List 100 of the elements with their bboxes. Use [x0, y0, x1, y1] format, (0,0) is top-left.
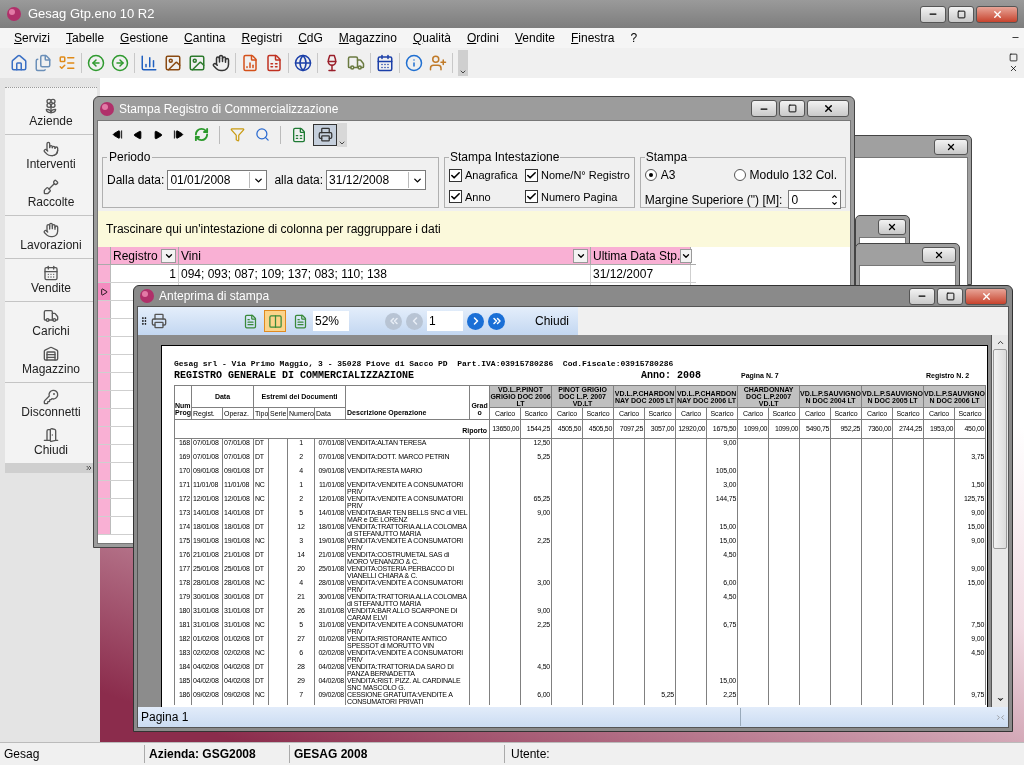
calendar-icon[interactable]: [376, 54, 394, 72]
report-title: REGISTRO GENERALE DI COMMERCIALIZZAZIONE: [174, 370, 416, 382]
menu-item[interactable]: Qualità: [412, 29, 451, 47]
menu-item[interactable]: Vendite: [514, 29, 555, 47]
table-cell-text: 094; 093; 087; 109; 137; 083; 110; 138: [181, 265, 387, 283]
hand-icon[interactable]: [212, 54, 230, 72]
spreadsheet-icon[interactable]: [265, 54, 283, 72]
search-icon[interactable]: [255, 127, 270, 142]
menu-item[interactable]: Magazzino: [338, 29, 397, 47]
pointing-hand-icon[interactable]: [43, 140, 59, 157]
truck-icon[interactable]: [347, 54, 365, 72]
checkbox[interactable]: [525, 168, 538, 182]
calendar-icon[interactable]: [43, 264, 59, 281]
sidebar-item[interactable]: Disconnetti: [21, 404, 81, 420]
radio-button[interactable]: [733, 169, 746, 181]
date-field[interactable]: 31/12/2008: [326, 170, 427, 190]
next-page-button[interactable]: [467, 312, 484, 330]
hand-icon[interactable]: [43, 221, 59, 238]
minimize-button[interactable]: [920, 5, 946, 23]
bar-chart-icon[interactable]: [140, 54, 158, 72]
checkbox[interactable]: [525, 190, 538, 204]
view-mode-button[interactable]: [264, 310, 286, 332]
menu-item[interactable]: Gestione: [120, 29, 169, 47]
page-width-icon: [267, 313, 283, 329]
expand-icon[interactable]: [85, 464, 93, 472]
image-icon[interactable]: [188, 54, 206, 72]
user-add-icon[interactable]: [429, 54, 447, 72]
refresh-icon[interactable]: [194, 127, 209, 142]
group-title: Stampa: [644, 149, 689, 166]
date-field[interactable]: 01/01/2008: [167, 170, 268, 190]
menu-item[interactable]: Servizi: [14, 29, 51, 47]
door-icon[interactable]: [43, 426, 59, 443]
menu-item[interactable]: CdG: [298, 29, 323, 47]
spin-up-icon[interactable]: [831, 192, 838, 200]
shovel-icon[interactable]: [43, 178, 59, 195]
sidebar-item[interactable]: Magazzino: [22, 361, 80, 377]
spin-down-icon[interactable]: [831, 199, 838, 207]
menu-item[interactable]: ?: [630, 29, 638, 47]
maximize-button[interactable]: [779, 100, 805, 117]
info-icon[interactable]: [405, 54, 423, 72]
close-button[interactable]: [878, 218, 906, 235]
files-icon[interactable]: [34, 54, 52, 72]
close-icon: [946, 141, 956, 152]
globe-icon[interactable]: [294, 54, 312, 72]
sidebar-item[interactable]: Raccolte: [27, 194, 75, 210]
last-record-icon[interactable]: [173, 129, 184, 140]
close-preview-button[interactable]: Chiudi: [535, 312, 570, 330]
company-line: Gesag srl - Via Primo Maggio, 3 - 35028 Piove di Sacco PD Part.IVA:03915780286 Cod.Fiscale:03915780286: [174, 359, 675, 369]
status-text: Gesag: [0, 745, 145, 763]
maximize-button[interactable]: [937, 287, 963, 305]
radio-button[interactable]: [644, 169, 657, 181]
whole-page-icon: [292, 313, 308, 329]
scroll-thumb[interactable]: [993, 349, 1007, 549]
house-icon[interactable]: [10, 54, 28, 72]
sidebar-item[interactable]: Aziende: [29, 113, 73, 129]
menu-item[interactable]: Ordini: [466, 29, 499, 47]
maximize-button[interactable]: [948, 5, 974, 23]
first-record-icon[interactable]: [112, 129, 123, 140]
sidebar-item[interactable]: Lavorazioni: [20, 237, 82, 253]
next-record-icon[interactable]: [153, 129, 163, 140]
close-button[interactable]: [922, 246, 956, 263]
sidebar-item[interactable]: Carichi: [32, 323, 70, 339]
forward-icon[interactable]: [111, 54, 129, 72]
sidebar-item[interactable]: Interventi: [26, 156, 76, 172]
print-button[interactable]: [313, 123, 337, 146]
previous-record-icon[interactable]: [133, 129, 143, 140]
child-restore-icon[interactable]: [1009, 53, 1018, 62]
page-field[interactable]: 1: [427, 311, 463, 331]
overflow-caret-icon[interactable]: [459, 68, 467, 76]
close-button[interactable]: [807, 100, 849, 117]
key-icon[interactable]: [43, 388, 59, 405]
menu-item[interactable]: Tabelle: [66, 29, 105, 47]
status-text: Azienda: GSG2008: [145, 745, 290, 763]
last-page-button[interactable]: [488, 312, 505, 330]
image-icon[interactable]: [164, 54, 182, 72]
sidebar-item[interactable]: Vendite: [30, 280, 71, 296]
spreadsheet-icon[interactable]: [291, 126, 307, 143]
document-chart-icon[interactable]: [241, 54, 259, 72]
checkbox[interactable]: [449, 190, 462, 204]
row-indicator[interactable]: [98, 283, 111, 300]
zoom-field[interactable]: 52%: [313, 311, 349, 331]
close-button[interactable]: [934, 138, 968, 155]
spin-field[interactable]: 0: [788, 190, 841, 209]
scroll-down-icon[interactable]: [995, 695, 1005, 704]
sidebar-item[interactable]: Chiudi: [34, 442, 68, 458]
checkbox[interactable]: [449, 168, 462, 182]
warehouse-icon[interactable]: [43, 345, 59, 362]
menu-item[interactable]: Registri: [241, 29, 283, 47]
app-logo-icon: [6, 6, 22, 22]
child-close-icon[interactable]: [1009, 64, 1018, 73]
truck-icon[interactable]: [43, 307, 59, 324]
minimize-button[interactable]: [751, 100, 777, 117]
scroll-up-icon[interactable]: [995, 338, 1005, 347]
menu-item[interactable]: Cantina: [184, 29, 226, 47]
back-icon[interactable]: [87, 54, 105, 72]
report-year: Anno: 2008: [641, 370, 702, 382]
print-icon[interactable]: [151, 313, 167, 329]
flower-icon[interactable]: [43, 97, 59, 114]
minimize-button[interactable]: [909, 287, 935, 305]
menu-item[interactable]: Finestra: [571, 29, 615, 47]
